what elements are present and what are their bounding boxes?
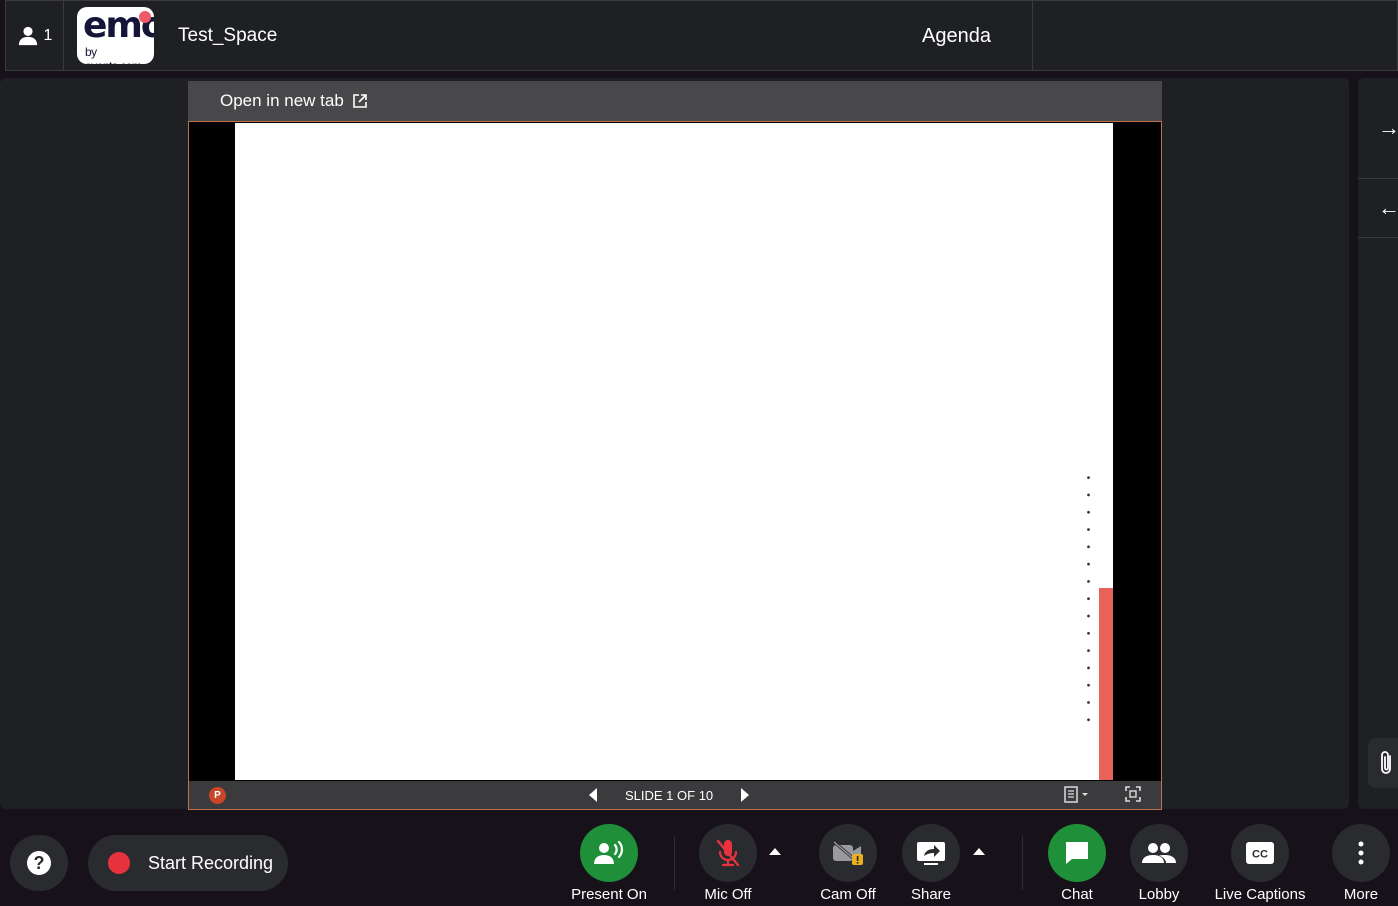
participant-count: 1: [43, 26, 53, 44]
svg-text:CC: CC: [1252, 849, 1268, 861]
chat-label: Chat: [1061, 886, 1093, 903]
help-icon: ?: [27, 851, 51, 875]
external-link-icon: [353, 94, 367, 108]
group-icon: [1130, 824, 1188, 882]
fullscreen-icon[interactable]: [1125, 786, 1141, 807]
mic-button[interactable]: Mic Off: [688, 824, 768, 903]
share-options-caret[interactable]: [973, 848, 985, 855]
share-label: Share: [910, 886, 952, 903]
brand-logo: emo by events.com: [77, 7, 154, 64]
presentation-viewer: P SLIDE 1 OF 10: [188, 121, 1162, 810]
help-button[interactable]: ?: [10, 835, 68, 891]
mic-options-caret[interactable]: [769, 848, 781, 855]
logo-subtext: by events.com: [85, 45, 142, 64]
arrow-left-icon[interactable]: ←: [1378, 188, 1398, 228]
cam-label: Cam Off: [820, 886, 876, 903]
next-slide-button[interactable]: [741, 788, 750, 802]
start-recording-label: Start Recording: [148, 852, 274, 873]
side-divider: [1358, 178, 1398, 179]
arrow-right-icon[interactable]: →: [1378, 108, 1398, 148]
live-captions-button[interactable]: CC Live Captions: [1215, 824, 1305, 903]
open-in-new-tab-label: Open in new tab: [220, 91, 344, 110]
control-separator: [674, 836, 675, 890]
slide-canvas: [235, 123, 1113, 780]
lobby-label: Lobby: [1138, 886, 1180, 903]
participants-button[interactable]: 1: [6, 1, 64, 70]
open-in-new-tab-link[interactable]: Open in new tab: [220, 91, 368, 111]
prev-slide-button[interactable]: [589, 788, 597, 802]
live-captions-label: Live Captions: [1214, 886, 1306, 903]
slide-status: SLIDE 1 OF 10: [625, 787, 714, 803]
chat-button[interactable]: Chat: [1037, 824, 1117, 903]
cam-off-icon: [819, 824, 877, 882]
mic-off-icon: [699, 824, 757, 882]
present-button[interactable]: Present On: [569, 824, 649, 903]
chat-icon: [1048, 824, 1106, 882]
paperclip-icon: [1381, 751, 1391, 774]
start-recording-button[interactable]: Start Recording: [88, 835, 288, 891]
topbar-divider: [1032, 1, 1033, 70]
lobby-button[interactable]: Lobby: [1119, 824, 1199, 903]
more-button[interactable]: More: [1321, 824, 1398, 903]
logo-dot: [139, 11, 151, 23]
powerpoint-icon: P: [209, 787, 226, 804]
more-vertical-icon: [1332, 824, 1390, 882]
side-divider: [1358, 237, 1398, 238]
camera-button[interactable]: Cam Off: [808, 824, 888, 903]
share-screen-icon: [902, 824, 960, 882]
attachment-button[interactable]: [1368, 738, 1398, 788]
top-bar: 1 emo by events.com Test_Space Agenda: [5, 0, 1398, 71]
mic-label: Mic Off: [704, 886, 752, 903]
viewer-footer: P SLIDE 1 OF 10: [189, 781, 1161, 809]
notes-view-icon[interactable]: [1064, 786, 1090, 809]
present-icon: [580, 824, 638, 882]
viewer-header: Open in new tab: [188, 81, 1162, 121]
record-icon: [108, 852, 130, 874]
slide-navigation: SLIDE 1 OF 10: [589, 781, 750, 809]
share-button[interactable]: Share: [891, 824, 971, 903]
person-icon: [18, 26, 37, 45]
closed-captions-icon: CC: [1231, 824, 1289, 882]
slide-accent-bar: [1099, 588, 1113, 780]
space-name: Test_Space: [178, 25, 278, 46]
agenda-button[interactable]: Agenda: [922, 25, 991, 48]
side-panel: → ←: [1358, 78, 1398, 809]
more-label: More: [1343, 886, 1379, 903]
present-label: Present On: [571, 886, 647, 903]
control-separator: [1022, 836, 1023, 890]
bottom-controls: ? Start Recording Present On Mic Off Cam…: [0, 818, 1398, 906]
